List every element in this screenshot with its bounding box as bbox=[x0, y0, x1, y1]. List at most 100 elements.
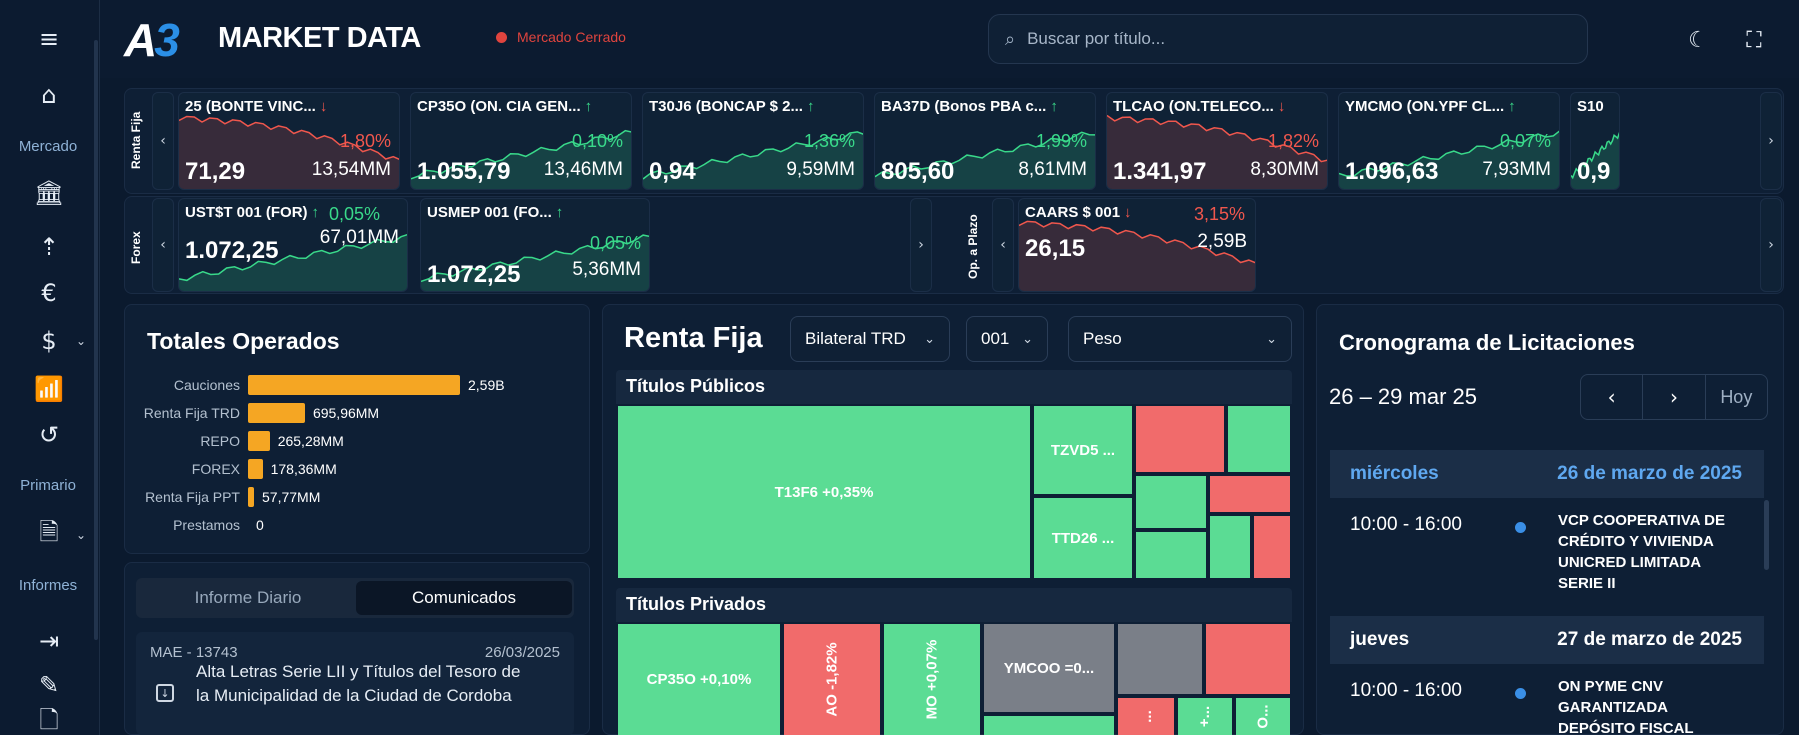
treemap-tile[interactable]: +... bbox=[1178, 698, 1232, 735]
comunicado-item[interactable]: MAE - 13743 26/03/2025 ↓ Alta Letras Ser… bbox=[136, 632, 574, 735]
plazo-next-button[interactable]: › bbox=[1760, 198, 1782, 292]
tab-informe-diario[interactable]: Informe Diario bbox=[140, 578, 356, 618]
treemap-tile[interactable]: O... bbox=[1236, 698, 1290, 735]
ticker-price: 71,29 bbox=[185, 158, 246, 185]
treemap-tile-ttd26[interactable]: TTD26 ... bbox=[1034, 498, 1132, 578]
event-time: 10:00 - 16:00 bbox=[1350, 680, 1462, 701]
report-icon[interactable]: 🗋 bbox=[32, 706, 66, 734]
ticker-card[interactable]: CAARS $ 001 ↓ 3,15% 26,15 2,59B bbox=[1018, 198, 1256, 292]
forex-next-button[interactable]: › bbox=[910, 198, 932, 292]
ticker-pct: 0,07% bbox=[1499, 131, 1551, 151]
dollar-icon[interactable]: $ bbox=[32, 324, 66, 358]
ticker-name: TLCAO (ON.TELECO... ↓ bbox=[1113, 98, 1286, 115]
comunicado-date: 26/03/2025 bbox=[484, 644, 560, 661]
ticker-pct: 0,05% bbox=[589, 233, 641, 253]
euro-icon[interactable]: € bbox=[32, 276, 66, 310]
totales-label: REPO bbox=[200, 433, 240, 449]
chevron-down-icon[interactable]: ⌄ bbox=[76, 334, 86, 348]
totales-row[interactable]: REPO 265,28MM bbox=[20, 430, 344, 452]
sidebar-label-mercado: Mercado bbox=[18, 138, 78, 155]
cronograma-title: Cronograma de Licitaciones bbox=[1339, 330, 1635, 355]
totales-value: 695,96MM bbox=[312, 405, 380, 421]
ticker-card[interactable]: S10 0,9 bbox=[1570, 92, 1620, 190]
ticker-card[interactable]: TLCAO (ON.TELECO... ↓ 1,82% 1.341,97 8,30MM bbox=[1106, 92, 1328, 190]
calendar-prev-button[interactable]: ‹ bbox=[1581, 375, 1644, 419]
ticker-card[interactable]: BA37D (Bonos PBA c... ↑ 1,99% 805,60 8,61MM bbox=[874, 92, 1096, 190]
arrow-down-icon: ↓ bbox=[319, 98, 328, 115]
treemap-tile[interactable] bbox=[1118, 624, 1202, 694]
treemap-tile[interactable] bbox=[1136, 476, 1206, 528]
event-dot-icon bbox=[1515, 688, 1526, 699]
ticker-pct: 1,36% bbox=[803, 131, 855, 151]
event-title: ON PYME CNV GARANTIZADA DEPÓSITO FISCAL bbox=[1558, 678, 1694, 735]
fullscreen-icon[interactable]: ⛶ bbox=[1736, 22, 1772, 58]
ticker-name: USMEP 001 (FO... ↑ bbox=[427, 204, 564, 221]
ticker-prev-button[interactable]: ‹ bbox=[152, 92, 174, 190]
ticker-card[interactable]: UST$T 001 (FOR) ↑ 0,05% 1.072,25 67,01MM bbox=[178, 198, 408, 292]
plazo-select[interactable]: 001 ⌄ bbox=[966, 316, 1048, 362]
home-icon[interactable]: ⌂ bbox=[32, 78, 66, 112]
ticker-next-button[interactable]: › bbox=[1760, 92, 1782, 190]
treemap-tile[interactable] bbox=[1206, 624, 1290, 694]
treemap-tile-tzvd5[interactable]: TZVD5 ... bbox=[1034, 406, 1132, 494]
totales-row[interactable]: FOREX 178,36MM bbox=[20, 458, 337, 480]
calendar-next-button[interactable]: › bbox=[1643, 375, 1706, 419]
menu-icon[interactable]: ≡ bbox=[32, 22, 66, 56]
treemap-tile[interactable] bbox=[1210, 516, 1250, 578]
logo: A3 bbox=[124, 14, 180, 66]
forex-prev-button[interactable]: ‹ bbox=[152, 198, 174, 292]
bank-icon[interactable]: 🏛 bbox=[32, 176, 66, 210]
treemap-tile-t13f6[interactable]: T13F6 +0,35% bbox=[618, 406, 1030, 578]
treemap-tile[interactable] bbox=[1210, 476, 1290, 512]
download-icon[interactable]: ↓ bbox=[156, 684, 174, 702]
search-bar[interactable]: ⌕ bbox=[988, 14, 1588, 64]
treemap-tile-ymcmo[interactable]: MO +0,07% bbox=[884, 624, 980, 735]
ticker-card[interactable]: YMCMO (ON.YPF CL... ↑ 0,07% 1.096,63 7,93MM bbox=[1338, 92, 1560, 190]
treemap-tile[interactable] bbox=[1254, 516, 1290, 578]
moneda-select[interactable]: Peso ⌄ bbox=[1068, 316, 1292, 362]
ticker-card[interactable]: T30J6 (BONCAP $ 2... ↑ 1,36% 0,94 9,59MM bbox=[642, 92, 864, 190]
comunicado-text: Alta Letras Serie LII y Títulos del Teso… bbox=[196, 662, 521, 705]
ticker-name: 25 (BONTE VINC... ↓ bbox=[185, 98, 328, 115]
totales-bar bbox=[248, 375, 460, 395]
treemap-tile-cp35o[interactable]: CP35O +0,10% bbox=[618, 624, 780, 735]
search-input[interactable] bbox=[1027, 29, 1548, 49]
totales-row[interactable]: Renta Fija PPT 57,77MM bbox=[20, 486, 320, 508]
treemap-tile[interactable]: ... bbox=[1118, 698, 1174, 735]
tab-comunicados[interactable]: Comunicados bbox=[356, 581, 572, 615]
arrow-up-icon: ↑ bbox=[1508, 98, 1516, 115]
sort-icon[interactable]: ⇡ bbox=[32, 230, 66, 264]
search-icon: ⌕ bbox=[1005, 28, 1016, 50]
treemap-tile[interactable] bbox=[984, 716, 1114, 735]
treemap-tile-tlcao[interactable]: AO -1,82% bbox=[784, 624, 880, 735]
totales-bar bbox=[248, 431, 270, 451]
treemap-tile[interactable] bbox=[1228, 406, 1290, 472]
ticker-volume: 2,59B bbox=[1197, 231, 1247, 252]
totales-row[interactable]: Renta Fija TRD 695,96MM bbox=[20, 402, 379, 424]
ticker-card[interactable]: USMEP 001 (FO... ↑ 0,05% 1.072,25 5,36MM bbox=[420, 198, 650, 292]
arrow-up-icon: ↑ bbox=[806, 98, 815, 115]
renta-fija-title: Renta Fija bbox=[624, 322, 763, 354]
calendar-today-button[interactable]: Hoy bbox=[1706, 375, 1767, 419]
sidebar-scrollbar[interactable] bbox=[94, 40, 98, 640]
event-item[interactable]: 10:00 - 16:00 VCP COOPERATIVA DE CRÉDITO… bbox=[1330, 502, 1764, 614]
edit-icon[interactable]: ✎ bbox=[32, 668, 66, 702]
totales-row[interactable]: Cauciones 2,59B bbox=[20, 374, 505, 396]
treemap-tile-ymcoo[interactable]: YMCOO =0... bbox=[984, 624, 1114, 712]
market-select[interactable]: Bilateral TRD ⌄ bbox=[790, 316, 950, 362]
treemap-tile[interactable] bbox=[1136, 532, 1206, 578]
cronograma-scrollbar[interactable] bbox=[1764, 500, 1769, 570]
totales-value: 57,77MM bbox=[262, 489, 321, 505]
totales-value: 178,36MM bbox=[270, 461, 337, 477]
event-time: 10:00 - 16:00 bbox=[1350, 514, 1462, 535]
arrow-up-icon: ↑ bbox=[555, 204, 564, 221]
ticker-volume: 13,46MM bbox=[543, 159, 623, 180]
plazo-prev-button[interactable]: ‹ bbox=[992, 198, 1014, 292]
ticker-card[interactable]: 25 (BONTE VINC... ↓ 1,80% 71,29 13,54MM bbox=[178, 92, 400, 190]
export-icon[interactable]: ⇥ bbox=[32, 624, 66, 658]
totales-row[interactable]: Prestamos 0 bbox=[20, 514, 264, 536]
ticker-card[interactable]: CP35O (ON. CIA GEN... ↑ 0,10% 1.055,79 13,46… bbox=[410, 92, 632, 190]
treemap-tile[interactable] bbox=[1136, 406, 1224, 472]
event-item[interactable]: 10:00 - 16:00 ON PYME CNV GARANTIZADA DE… bbox=[1330, 668, 1764, 735]
dark-mode-icon[interactable]: ☾ bbox=[1680, 22, 1716, 58]
